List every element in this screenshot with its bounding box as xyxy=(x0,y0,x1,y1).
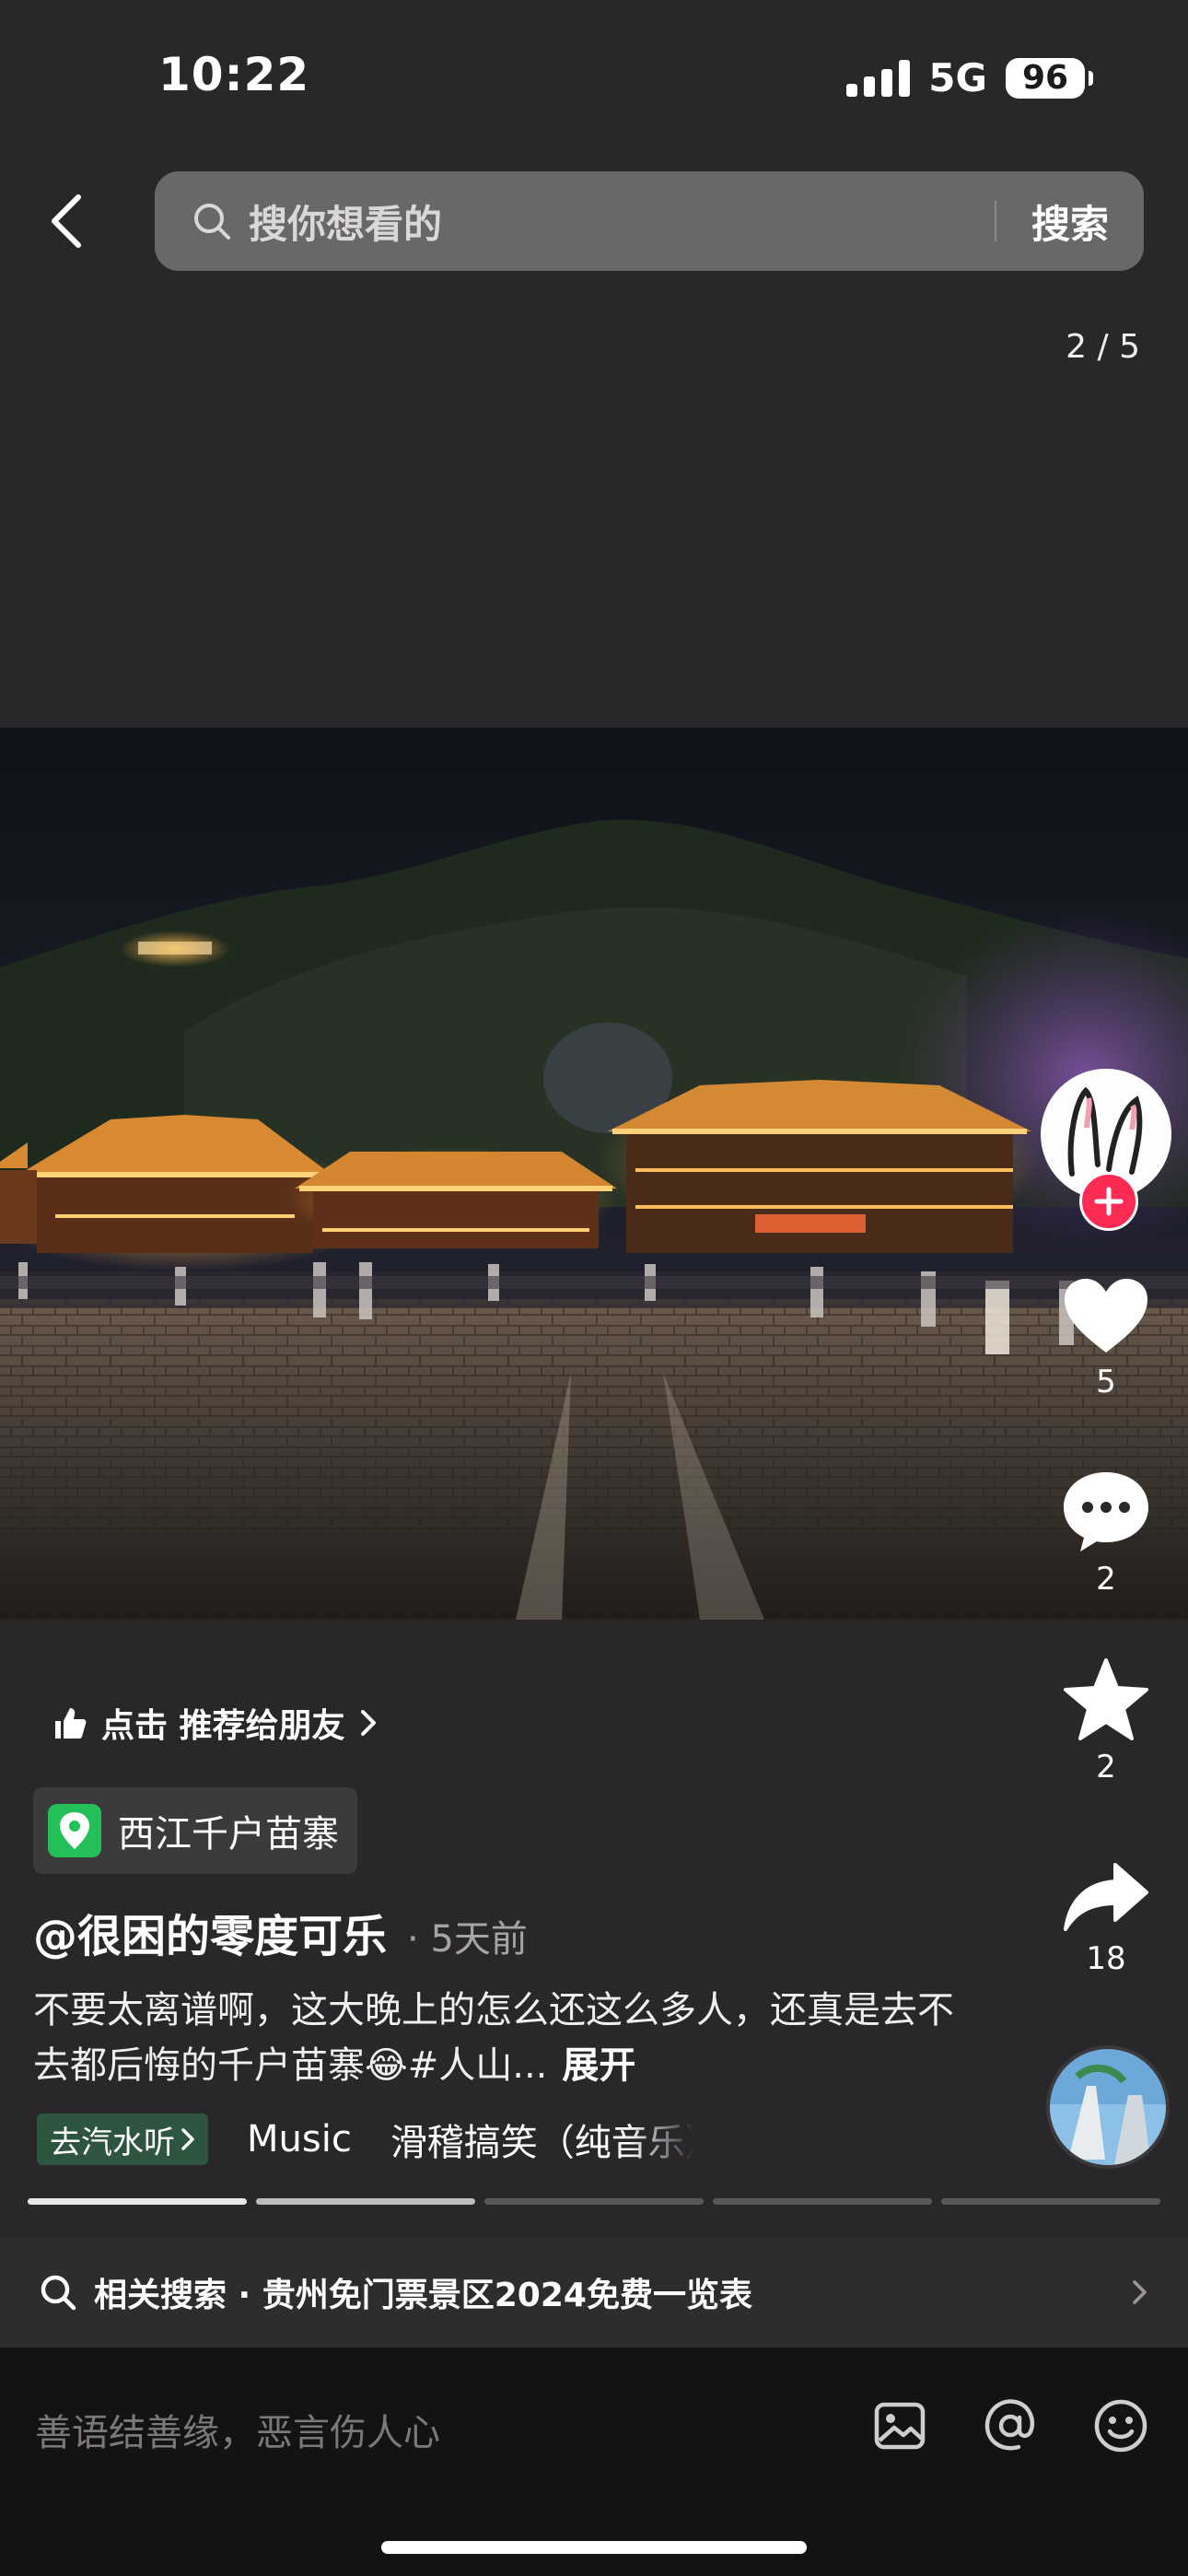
thumbs-up-icon xyxy=(55,1708,87,1739)
comment-button[interactable]: 2 xyxy=(1041,1467,1171,1598)
music-disc[interactable] xyxy=(1046,2045,1170,2169)
plus-icon xyxy=(1094,1187,1124,1216)
battery-level: 96 xyxy=(1021,59,1069,97)
home-indicator[interactable] xyxy=(381,2541,807,2554)
post-caption[interactable]: 不要太离谱啊，这大晚上的怎么还这么多人，还真是去不去都后悔的千户苗寨😂#人山..… xyxy=(33,1983,954,2093)
search-icon xyxy=(190,199,234,243)
open-in-music-app-button[interactable]: 去汽水听 xyxy=(37,2113,208,2165)
image-progress xyxy=(28,2198,1160,2205)
related-search[interactable]: 相关搜索 · 贵州免门票景区2024免费一览表 xyxy=(0,2237,1188,2348)
share-count: 18 xyxy=(1086,1940,1126,1977)
comment-count: 2 xyxy=(1096,1561,1116,1598)
post-time: · 5天前 xyxy=(407,1918,528,1961)
progress-segment xyxy=(484,2198,704,2205)
location-pin-icon xyxy=(48,1804,101,1857)
network-type: 5G xyxy=(928,55,987,100)
comment-input[interactable]: 善语结善缘，恶言伤人心 xyxy=(35,2403,440,2456)
image-page-counter: 2 / 5 xyxy=(1066,328,1140,366)
progress-segment xyxy=(713,2198,932,2205)
author-line: @很困的零度可乐 · 5天前 xyxy=(33,1900,528,1964)
progress-segment xyxy=(28,2198,247,2205)
recommend-label: 点击 推荐给朋友 xyxy=(101,1707,345,1745)
expand-button[interactable]: 展开 xyxy=(562,2044,635,2087)
heart-icon xyxy=(1065,1279,1147,1352)
like-count: 5 xyxy=(1096,1364,1116,1400)
like-button[interactable]: 5 xyxy=(1041,1275,1171,1400)
related-search-text: 相关搜索 · 贵州免门票景区2024免费一览表 xyxy=(94,2277,752,2314)
mention-icon[interactable] xyxy=(980,2395,1041,2456)
music-title: 滑稽搞笑（纯音乐） xyxy=(390,2122,694,2164)
back-button[interactable] xyxy=(33,184,98,258)
favorite-count: 2 xyxy=(1096,1749,1116,1786)
progress-segment xyxy=(256,2198,475,2205)
location-name: 西江千户苗寨 xyxy=(118,1813,339,1856)
share-button[interactable]: 18 xyxy=(1041,1859,1171,1977)
chevron-right-icon xyxy=(181,2128,194,2150)
image-icon[interactable] xyxy=(869,2395,930,2456)
share-icon xyxy=(1064,1863,1148,1931)
favorite-button[interactable]: 2 xyxy=(1041,1657,1171,1786)
progress-segment xyxy=(941,2198,1160,2205)
music-row[interactable]: 去汽水听 Music 滑稽搞笑（纯音乐） xyxy=(37,2113,694,2165)
star-icon xyxy=(1064,1658,1148,1740)
battery-icon: 96 xyxy=(1006,57,1093,99)
status-indicators: 5G 96 xyxy=(846,55,1093,100)
caption-text: 不要太离谱啊，这大晚上的怎么还这么多人，还真是去不去都后悔的千户苗寨😂#人山..… xyxy=(33,1989,954,2087)
status-time: 10:22 xyxy=(158,48,310,101)
author-name[interactable]: @很困的零度可乐 xyxy=(33,1900,387,1964)
comment-icon xyxy=(1064,1472,1148,1551)
search-icon xyxy=(41,2275,76,2311)
chevron-left-icon xyxy=(52,194,81,248)
music-chip-label: 去汽水听 xyxy=(50,2124,175,2161)
emoji-icon[interactable] xyxy=(1090,2395,1151,2456)
post-photo[interactable] xyxy=(0,728,1188,1620)
recommend-to-friend[interactable]: 点击 推荐给朋友 xyxy=(52,1699,379,1747)
search-bar[interactable]: 搜你想看的 搜索 xyxy=(155,171,1144,271)
search-input[interactable]: 搜你想看的 xyxy=(249,193,995,250)
signal-icon xyxy=(846,59,911,97)
chevron-right-icon xyxy=(360,1710,376,1736)
chevron-right-icon xyxy=(1133,2280,1147,2304)
location-tag[interactable]: 西江千户苗寨 xyxy=(33,1787,357,1874)
search-button[interactable]: 搜索 xyxy=(996,193,1144,250)
follow-button[interactable] xyxy=(1079,1172,1138,1231)
music-label: Music xyxy=(247,2118,352,2160)
